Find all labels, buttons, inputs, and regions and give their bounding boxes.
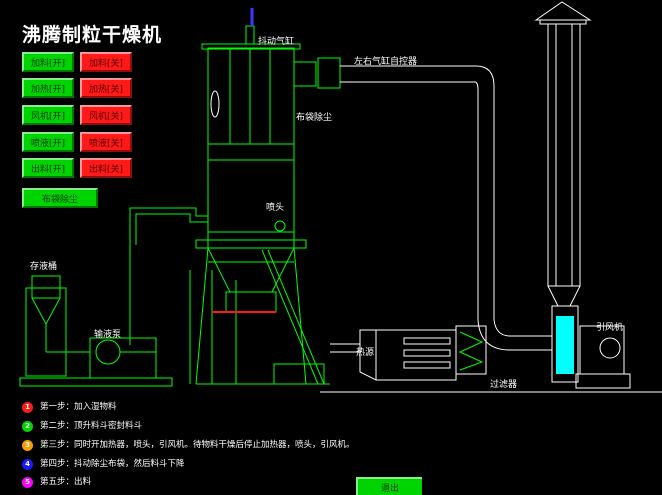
liquid-tank-label: 存液桶 bbox=[30, 262, 58, 272]
pump-label: 输液泵 bbox=[94, 330, 122, 340]
step-1: 1 第一步：加入湿物料 bbox=[22, 402, 380, 413]
step-5: 5 第五步：出料 bbox=[22, 477, 380, 488]
discharge-on-button[interactable]: 出料[开] bbox=[22, 158, 74, 178]
step-number-icon: 1 bbox=[22, 402, 33, 413]
nozzle-label: 喷头 bbox=[266, 203, 285, 213]
filter-box bbox=[455, 325, 487, 375]
shake-cylinder-label: 抖动气缸 bbox=[258, 37, 295, 47]
bag-dust-button[interactable]: 布袋除尘 bbox=[22, 188, 98, 208]
step-4: 4 第四步：抖动除尘布袋，然后料斗下降 bbox=[22, 459, 380, 470]
bag-filter-label: 布袋除尘 bbox=[296, 113, 333, 123]
spray-off-button[interactable]: 喷液[关] bbox=[80, 132, 132, 152]
exit-button[interactable]: 退出 bbox=[356, 477, 422, 495]
step-number-icon: 3 bbox=[22, 440, 33, 451]
step-text: 第二步：顶升料斗密封料斗 bbox=[40, 421, 143, 431]
discharge-off-button[interactable]: 出料[关] bbox=[80, 158, 132, 178]
step-text: 第五步：出料 bbox=[40, 477, 92, 487]
nozzle-icon bbox=[274, 220, 286, 232]
hmi-screen: 沸腾制粒干燥机 加料[开] 加料[关] 加热[开] 加热[关] 风机[开] 风机… bbox=[0, 0, 662, 495]
spray-on-button[interactable]: 喷液[开] bbox=[22, 132, 74, 152]
step-text: 第三步：同时开加热器，喷头，引风机。待物料干燥后停止加热器，喷头，引风机。 bbox=[40, 440, 355, 450]
fan-on-button[interactable]: 风机[开] bbox=[22, 105, 74, 125]
heater-label: 热源 bbox=[356, 348, 375, 358]
step-number-icon: 2 bbox=[22, 421, 33, 432]
step-text: 第四步：抖动除尘布袋，然后料斗下降 bbox=[40, 459, 185, 469]
chimney-cap bbox=[534, 1, 592, 21]
feed-on-button[interactable]: 加料[开] bbox=[22, 52, 74, 72]
step-3: 3 第三步：同时开加热器，喷头，引风机。待物料干燥后停止加热器，喷头，引风机。 bbox=[22, 440, 380, 451]
step-number-icon: 5 bbox=[22, 477, 33, 488]
pump-icon bbox=[95, 339, 121, 365]
pump-body bbox=[89, 337, 157, 379]
fan-label: 引风机 bbox=[596, 323, 624, 333]
lr-cylinder-label: 左右气缸自控器 bbox=[354, 57, 418, 67]
fan-inlet bbox=[556, 316, 574, 374]
heat-off-button[interactable]: 加热[关] bbox=[80, 78, 132, 98]
filter-label: 过滤器 bbox=[490, 380, 518, 390]
fan-body bbox=[579, 325, 625, 375]
step-2: 2 第二步：顶升料斗密封料斗 bbox=[22, 421, 380, 432]
material-hopper bbox=[207, 247, 295, 293]
heat-on-button[interactable]: 加热[开] bbox=[22, 78, 74, 98]
page-title: 沸腾制粒干燥机 bbox=[22, 24, 163, 46]
fan-off-button[interactable]: 风机[关] bbox=[80, 105, 132, 125]
step-number-icon: 4 bbox=[22, 459, 33, 470]
feed-off-button[interactable]: 加料[关] bbox=[80, 52, 132, 72]
bag-filter-chamber bbox=[207, 47, 295, 145]
step-text: 第一步：加入湿物料 bbox=[40, 402, 117, 412]
